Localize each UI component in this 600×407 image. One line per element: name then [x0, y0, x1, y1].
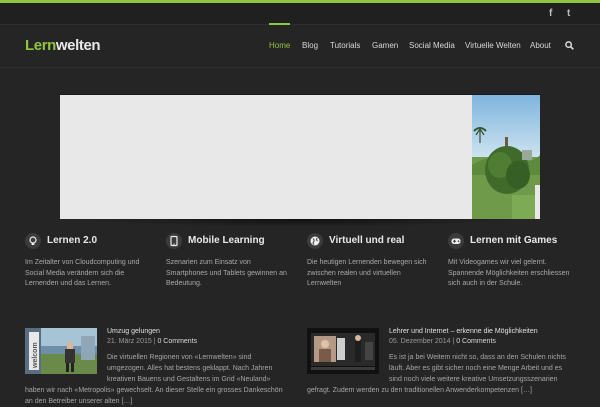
post-excerpt-line: sind noch viele weitere kreative Umsetzu…	[389, 376, 558, 383]
post-title[interactable]: Lehrer und Internet – erkenne die Möglic…	[389, 328, 538, 335]
post-comments-link[interactable]: 0 Comments	[456, 338, 496, 345]
nav-item-gamen[interactable]: Gamen	[372, 41, 398, 50]
logo-text-lern: Lern	[25, 37, 56, 54]
gamepad-icon	[448, 233, 464, 249]
feature-title: Lernen mit Games	[470, 235, 558, 246]
post-thumbnail[interactable]: welcom	[25, 328, 97, 374]
slide-image-main	[60, 95, 472, 219]
post-excerpt-line: umgezogen. Alles hat bestens geklappt. N…	[107, 365, 273, 372]
site-header: Lernwelten Home Blog Tutorials Gamen Soc…	[0, 23, 600, 68]
facebook-icon[interactable]: f	[549, 8, 552, 19]
post-comments-link[interactable]: 0 Comments	[157, 338, 197, 345]
post-excerpt-line: Die virtuellen Regionen von «Lernwelten»…	[107, 354, 252, 361]
post-excerpt-line: läuft. Aber es gibt sicher noch eine Men…	[389, 365, 563, 372]
feature-title: Mobile Learning	[188, 235, 265, 246]
slider-shadow	[85, 219, 515, 227]
nav-item-home[interactable]: Home	[269, 41, 290, 50]
tablet-icon	[166, 233, 182, 249]
nav-item-virtuelle-welten[interactable]: Virtuelle Welten	[465, 41, 521, 50]
post-title[interactable]: Umzug gelungen	[107, 328, 160, 335]
feature-text: Mit Videogames wir viel gelernt. Spannen…	[448, 259, 570, 287]
nav-item-blog[interactable]: Blog	[302, 41, 318, 50]
twitter-icon[interactable]: t	[567, 8, 570, 19]
post-date: 21. März 2015	[107, 338, 152, 345]
search-icon[interactable]	[565, 41, 574, 50]
feature-text: Im Zeitalter von Cloudcomputing und Soci…	[25, 259, 140, 287]
feature-text: Szenarien zum Einsatz von Smartphones un…	[166, 259, 287, 287]
site-logo[interactable]: Lernwelten	[25, 37, 101, 54]
post-thumbnail[interactable]	[307, 328, 379, 374]
post-excerpt-line: an den Betreiber unserer alten […]	[25, 398, 133, 405]
nav-active-indicator	[269, 23, 290, 25]
post-meta: 05. Dezember 2014 | 0 Comments	[389, 338, 496, 345]
feature-text: Die heutigen Lernenden bewegen sich zwis…	[307, 259, 427, 287]
post-meta: 21. März 2015 | 0 Comments	[107, 338, 198, 345]
post-excerpt-line: Es ist ja bei Weitem nicht so, dass an d…	[389, 354, 566, 361]
lightbulb-icon	[25, 233, 41, 249]
nav-item-social-media[interactable]: Social Media	[409, 41, 455, 50]
globe-icon	[307, 233, 323, 249]
feature-title: Lernen 2.0	[47, 235, 98, 246]
nav-item-about[interactable]: About	[530, 41, 551, 50]
top-bar: f t	[0, 3, 600, 25]
logo-text-welten: welten	[55, 37, 101, 54]
thumbnail-welcome-sign: welcom	[32, 342, 39, 369]
nav-item-tutorials[interactable]: Tutorials	[330, 41, 360, 50]
feature-title: Virtuell und real	[329, 235, 405, 246]
post-date: 05. Dezember 2014	[389, 338, 451, 345]
post-excerpt-line: gefragt. Zudem werden zu den traditionel…	[307, 387, 532, 394]
post-excerpt-line: kreativen Bauens und Gestaltens im Grid …	[107, 376, 271, 383]
slide-image-virtual-world	[472, 95, 540, 219]
post-excerpt-line: haben wir nach «Metropolis» gewechselt. …	[25, 387, 283, 394]
